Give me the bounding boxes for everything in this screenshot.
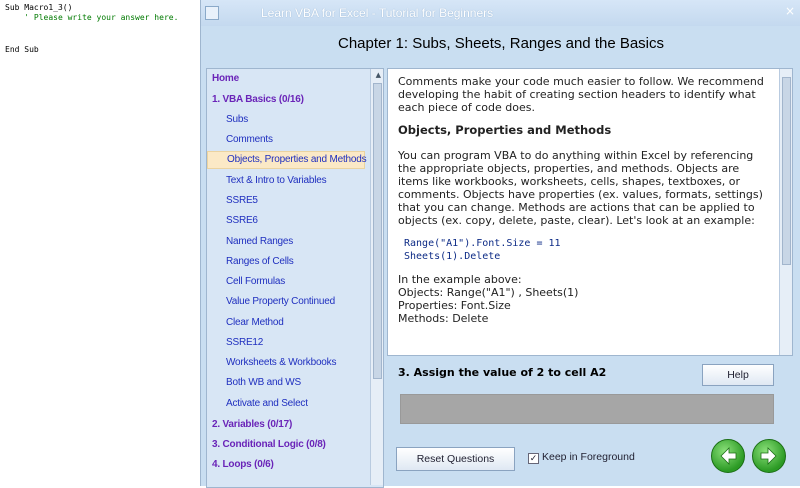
lesson-content: Comments make your code much easier to f… — [387, 68, 793, 356]
keep-foreground-label: Keep in Foreground — [542, 451, 635, 463]
tutorial-window: Learn VBA for Excel - Tutorial for Begin… — [200, 0, 800, 488]
help-button[interactable]: Help — [702, 364, 774, 386]
content-scroll-thumb[interactable] — [782, 77, 791, 265]
answer-feedback-box — [400, 394, 774, 424]
code-line-1[interactable]: Sub Macro1_3() — [5, 3, 72, 13]
nav-item-activate-select[interactable]: Activate and Select — [226, 398, 308, 409]
nav-item-value-property[interactable]: Value Property Continued — [226, 296, 335, 307]
nav-item-both-wb-ws[interactable]: Both WB and WS — [226, 377, 301, 388]
nav-item-ssre12[interactable]: SSRE12 — [226, 337, 263, 348]
example-intro: In the example above: — [398, 273, 522, 286]
properties-line: Properties: Font.Size — [398, 299, 511, 312]
question-text: 3. Assign the value of 2 to cell A2 — [398, 366, 607, 379]
content-scrollbar[interactable] — [779, 69, 792, 355]
keep-foreground-checkbox[interactable]: ✓ Keep in Foreground — [528, 451, 635, 464]
content-heading: Objects, Properties and Methods — [398, 123, 612, 137]
nav-scrollbar[interactable]: ▲ — [370, 69, 383, 485]
nav-item-named-ranges[interactable]: Named Ranges — [226, 236, 293, 247]
nav-item-subs[interactable]: Subs — [226, 114, 248, 125]
close-icon[interactable]: × — [785, 4, 795, 18]
nav-item-worksheets-workbooks[interactable]: Worksheets & Workbooks — [226, 357, 336, 368]
nav-item-home[interactable]: Home — [212, 73, 239, 84]
code-example-line-1: Range("A1").Font.Size = 11 — [404, 238, 561, 249]
window-title: Learn VBA for Excel - Tutorial for Begin… — [261, 6, 494, 20]
nav-item-conditional-logic[interactable]: 3. Conditional Logic (0/8) — [212, 439, 326, 450]
nav-item-ranges-of-cells[interactable]: Ranges of Cells — [226, 256, 294, 267]
nav-item-vba-basics[interactable]: 1. VBA Basics (0/16) — [212, 94, 304, 105]
window-menu-icon[interactable] — [205, 6, 219, 20]
title-bar[interactable]: Learn VBA for Excel - Tutorial for Begin… — [201, 0, 800, 26]
nav-item-cell-formulas[interactable]: Cell Formulas — [226, 276, 285, 287]
methods-line: Methods: Delete — [398, 312, 489, 325]
objects-line: Objects: Range("A1") , Sheets(1) — [398, 286, 579, 299]
code-editor[interactable]: Sub Macro1_3() ' Please write your answe… — [0, 0, 200, 486]
previous-button[interactable] — [711, 439, 745, 473]
content-body: You can program VBA to do anything withi… — [398, 149, 763, 227]
arrow-left-icon — [720, 447, 737, 465]
nav-scroll-thumb[interactable] — [373, 83, 382, 379]
code-line-4[interactable]: End Sub — [5, 45, 39, 55]
reset-questions-button[interactable]: Reset Questions — [396, 447, 515, 471]
nav-item-variables[interactable]: 2. Variables (0/17) — [212, 419, 292, 430]
code-line-2[interactable]: ' Please write your answer here. — [5, 13, 178, 23]
nav-item-objects-properties-methods[interactable]: Objects, Properties and Methods — [207, 151, 367, 169]
chapter-title: Chapter 1: Subs, Sheets, Ranges and the … — [337, 35, 665, 52]
lesson-navigation: Home 1. VBA Basics (0/16) Subs Comments … — [206, 68, 384, 488]
arrow-right-icon — [760, 447, 777, 465]
nav-item-loops[interactable]: 4. Loops (0/6) — [212, 459, 274, 470]
nav-item-ssre5[interactable]: SSRE5 — [226, 195, 258, 206]
nav-item-ssre6[interactable]: SSRE6 — [226, 215, 258, 226]
nav-item-comments[interactable]: Comments — [226, 134, 273, 145]
scroll-up-icon[interactable]: ▲ — [376, 71, 381, 79]
nav-item-clear-method[interactable]: Clear Method — [226, 317, 284, 328]
code-example: Range("A1").Font.Size = 11 Sheets(1).Del… — [404, 237, 768, 263]
next-button[interactable] — [752, 439, 786, 473]
code-example-line-2: Sheets(1).Delete — [404, 251, 501, 262]
checkbox-icon[interactable]: ✓ — [528, 453, 539, 464]
nav-item-text-intro-variables[interactable]: Text & Intro to Variables — [226, 175, 327, 186]
content-intro: Comments make your code much easier to f… — [398, 75, 764, 114]
